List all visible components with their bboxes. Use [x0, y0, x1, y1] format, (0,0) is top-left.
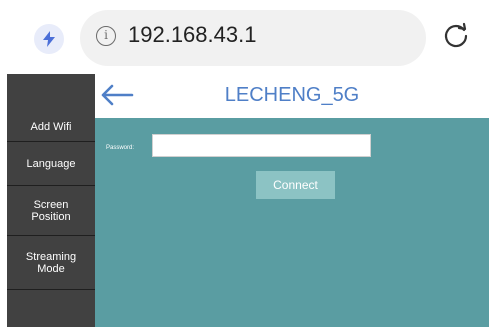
network-name: LECHENG_5G	[224, 84, 360, 106]
sidebar-item-language[interactable]: Language	[7, 142, 95, 186]
connect-button[interactable]: Connect	[256, 171, 335, 199]
password-label: Password:	[106, 145, 135, 151]
sidebar-item-label: Language	[26, 157, 76, 170]
bolt-icon	[43, 31, 55, 47]
password-input[interactable]	[152, 134, 371, 157]
settings-sidebar: Add Wifi Language Screen Position Stream…	[7, 74, 95, 327]
sidebar-item-label: Add Wifi	[30, 120, 72, 133]
info-icon[interactable]: i	[96, 26, 116, 46]
bolt-shield-icon[interactable]	[34, 24, 64, 54]
url-text[interactable]: 192.168.43.1	[128, 22, 256, 48]
sidebar-item-label: Screen Position	[31, 198, 71, 223]
network-title: LECHENG_5G	[95, 84, 489, 107]
sidebar-item-screen-position[interactable]: Screen Position	[7, 186, 95, 236]
reload-icon[interactable]	[442, 22, 470, 50]
sidebar-item-add-wifi[interactable]: Add Wifi	[7, 112, 95, 142]
sidebar-item-label: Streaming Mode	[25, 250, 77, 275]
sidebar-item-streaming-mode[interactable]: Streaming Mode	[7, 236, 95, 290]
